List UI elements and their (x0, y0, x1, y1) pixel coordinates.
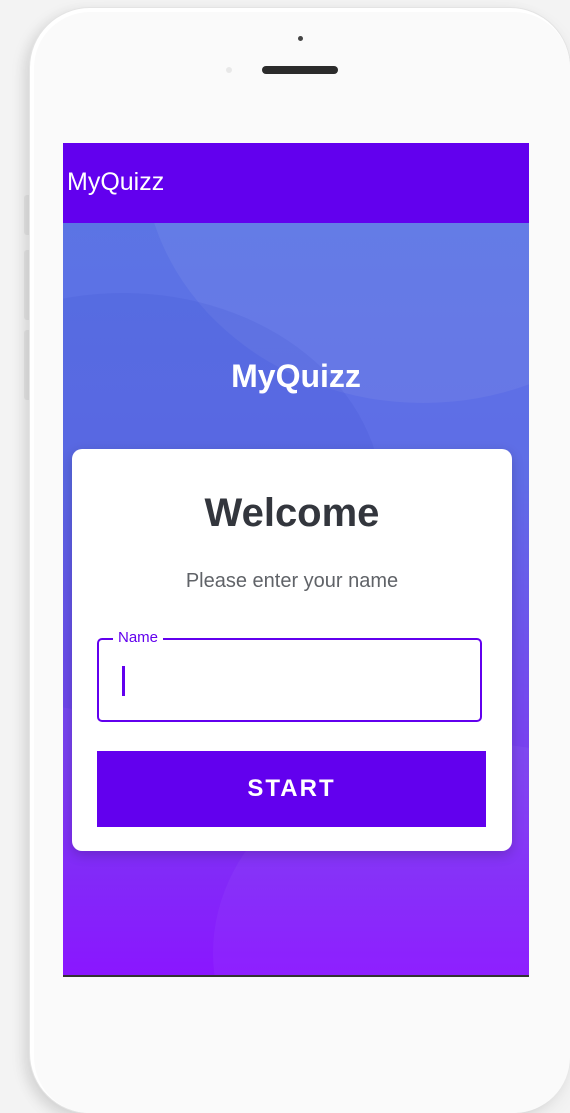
front-camera (298, 36, 303, 41)
device-frame-stage: MyQuizz MyQuizz Welcome Please enter you… (0, 0, 570, 1113)
earpiece-speaker (262, 66, 338, 74)
app-screen: MyQuizz MyQuizz Welcome Please enter you… (63, 143, 529, 976)
welcome-heading: Welcome (204, 491, 380, 535)
app-bar-title: MyQuizz (67, 168, 165, 196)
name-field-label: Name (113, 629, 164, 646)
app-bar: MyQuizz (63, 143, 529, 223)
name-field[interactable]: Name (97, 629, 482, 722)
welcome-card: Welcome Please enter your name Name STAR… (72, 449, 512, 851)
screen-bottom-edge (63, 975, 529, 977)
start-button[interactable]: START (97, 751, 486, 827)
text-cursor (122, 666, 125, 696)
instruction-text: Please enter your name (185, 570, 399, 592)
name-input[interactable] (117, 662, 461, 700)
proximity-sensor (226, 67, 232, 73)
hero-title: MyQuizz (231, 358, 361, 394)
